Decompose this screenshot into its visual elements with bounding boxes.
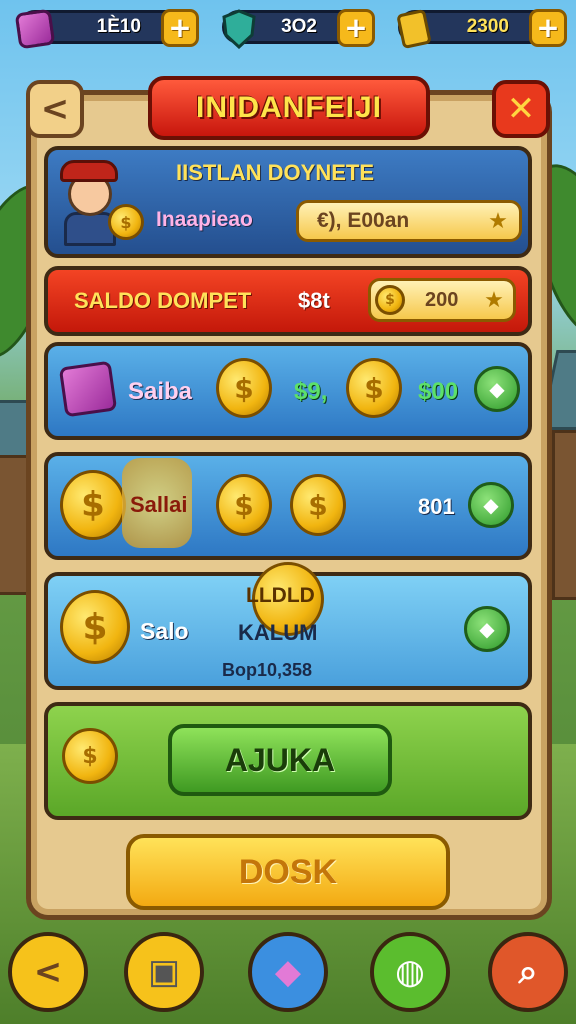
star-icon[interactable]: ★ — [479, 285, 509, 315]
nav-back-button[interactable]: < — [8, 932, 88, 1012]
nav-inventory-button[interactable]: ▣ — [124, 932, 204, 1012]
gem-cube-icon: ◆ — [274, 952, 302, 992]
hut-decoration — [552, 430, 576, 600]
coin-icon: $ — [60, 590, 130, 664]
profile-balance: €), E00an — [317, 209, 410, 232]
diamond-button[interactable]: ◆ — [464, 606, 510, 652]
diamond-button[interactable]: ◆ — [468, 482, 514, 528]
inventory-icon: ▣ — [147, 952, 181, 992]
dosk-button-label: DOSK — [238, 852, 338, 891]
nav-search-button[interactable]: ⌕ — [488, 932, 568, 1012]
promo-line-2: KALUM — [238, 620, 318, 645]
coin-icon: $ — [346, 358, 402, 418]
gem-box-icon — [13, 7, 57, 51]
profile-heading: IISTLAN DOYNETE — [176, 160, 375, 185]
diamond-button[interactable]: ◆ — [474, 366, 520, 412]
title-banner: INIDANFEIJI — [148, 76, 430, 140]
back-arrow-icon: < — [33, 952, 63, 992]
chevron-left-icon: < — [40, 89, 70, 129]
page-title: INIDANFEIJI — [195, 91, 383, 124]
profile-balance-pill: €), E00an ★ — [296, 200, 522, 242]
offer-label: Salo — [140, 618, 189, 644]
offer-value-left: $9, — [294, 378, 328, 405]
add-shields-button[interactable]: + — [337, 9, 375, 47]
coin-icon: $ — [290, 474, 346, 536]
resource-shields-value: 3О2 — [281, 16, 317, 37]
promo-line-1: LLDLD — [246, 584, 315, 607]
nav-shop-button[interactable]: ◍ — [370, 932, 450, 1012]
back-button[interactable]: < — [26, 80, 84, 138]
search-icon: ⌕ — [518, 952, 538, 992]
ticket-icon — [393, 7, 437, 51]
star-icon[interactable]: ★ — [483, 206, 513, 236]
add-gems-button[interactable]: + — [161, 9, 199, 47]
resource-shields: 3О2 + — [222, 9, 375, 49]
close-button[interactable]: ✕ — [492, 80, 550, 138]
coin-icon: $ — [60, 470, 126, 540]
resource-gems-value: 1Ѐ10 — [96, 16, 141, 37]
offer-value-right: 801 — [418, 494, 455, 519]
dosk-button[interactable]: DOSK — [126, 834, 450, 910]
offer-label: Saiba — [128, 378, 193, 405]
offer-value-right: $00 — [418, 378, 459, 405]
coin-stack-icon: $ — [108, 204, 144, 240]
resource-tickets-value: 2300 — [466, 16, 509, 37]
coin-icon: $ — [216, 358, 272, 418]
add-tickets-button[interactable]: + — [529, 9, 567, 47]
gem-box-icon — [58, 360, 118, 418]
wallet-label: SALDO DOMPET — [74, 288, 252, 313]
player-name: Inaapieao — [156, 208, 253, 231]
resource-gems: 1Ѐ10 + — [14, 8, 199, 50]
coin-icon: $ — [216, 474, 272, 536]
accept-button-label: AJUKA — [224, 741, 336, 778]
top-resource-bar: 1Ѐ10 + 3О2 + 2300 + — [0, 0, 576, 58]
offer-footer: Bop10,358 — [222, 660, 313, 680]
accept-button[interactable]: AJUKA — [168, 724, 392, 796]
nav-gem-button[interactable]: ◆ — [248, 932, 328, 1012]
wallet-pill-value: 200 — [425, 289, 459, 311]
shop-bowl-icon: ◍ — [395, 952, 425, 992]
offer-row[interactable] — [44, 342, 532, 440]
resource-tickets: 2300 + — [397, 9, 567, 49]
coin-icon: $ — [375, 285, 405, 315]
coin-stack-icon: $ — [62, 728, 118, 784]
wallet-pill: $ 200 ★ — [368, 278, 516, 322]
wallet-amount: $8t — [298, 288, 330, 313]
offer-label: Sallai — [130, 492, 188, 517]
close-icon: ✕ — [506, 89, 536, 129]
shield-gem-icon — [217, 7, 261, 51]
